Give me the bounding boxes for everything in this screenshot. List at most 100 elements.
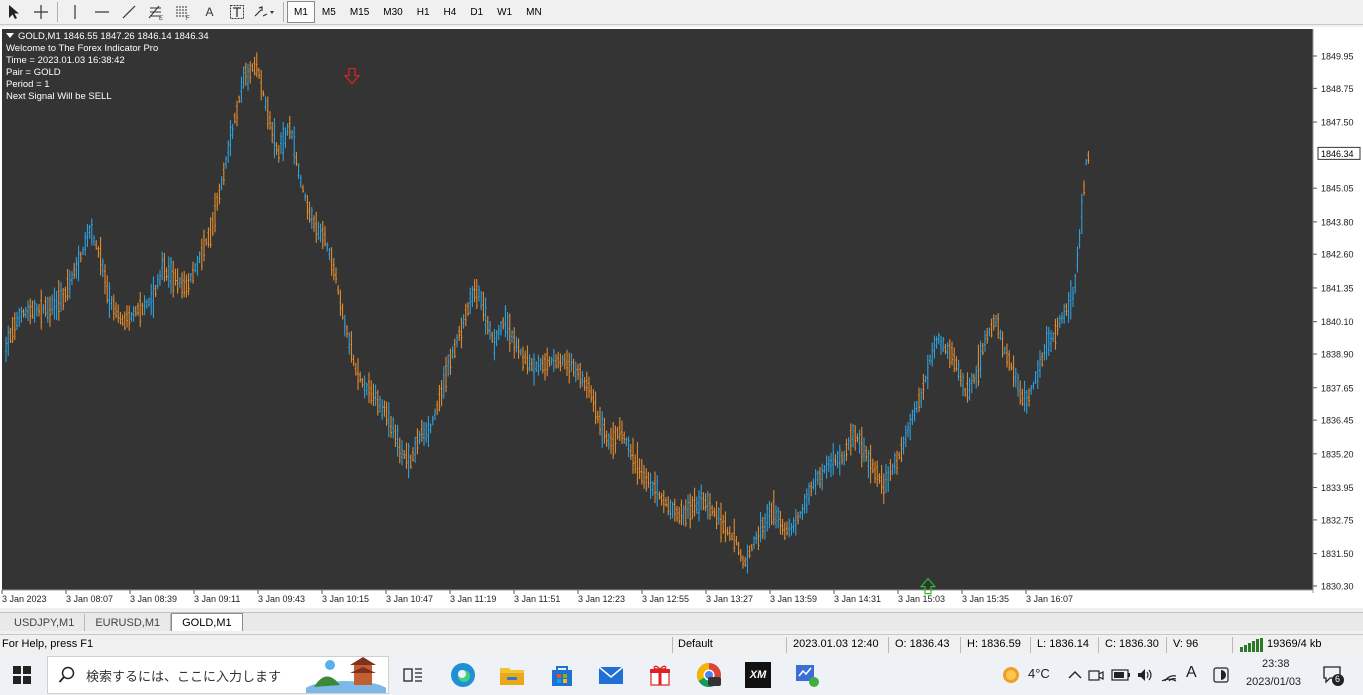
- y-tick-label: 1835.20: [1321, 449, 1354, 459]
- timeframe-d1[interactable]: D1: [463, 1, 490, 23]
- wifi-icon[interactable]: [1158, 660, 1180, 690]
- meet-now-icon[interactable]: [1086, 660, 1106, 690]
- svg-text:F: F: [186, 16, 190, 20]
- x-tick-label: 3 Jan 14:31: [834, 594, 881, 604]
- clock-date[interactable]: 2023/01/03: [1246, 676, 1301, 688]
- timeframe-m1[interactable]: M1: [287, 1, 315, 23]
- help-text: For Help, press F1: [2, 638, 94, 650]
- security-icon[interactable]: [1210, 660, 1232, 690]
- y-tick-label: 1849.95: [1321, 52, 1354, 62]
- x-tick-label: 3 Jan 08:39: [130, 594, 177, 604]
- timeframe-m30[interactable]: M30: [376, 1, 409, 23]
- current-price-label: 1846.34: [1321, 149, 1354, 159]
- horizontal-line-icon[interactable]: [89, 1, 114, 23]
- store-icon[interactable]: [547, 660, 577, 690]
- y-tick-label: 1833.95: [1321, 483, 1354, 493]
- tab-eurusd[interactable]: EURUSD,M1: [85, 614, 172, 631]
- arrows-dropdown-icon[interactable]: [251, 1, 279, 23]
- x-tick-label: 3 Jan 13:27: [706, 594, 753, 604]
- vertical-line-icon[interactable]: [62, 1, 87, 23]
- xm-app-icon[interactable]: XM: [743, 660, 773, 690]
- volume-icon[interactable]: [1134, 660, 1156, 690]
- price-chart[interactable]: 1849.95 1848.75 1847.50 1846.34 1845.05 1843.…: [0, 27, 1363, 608]
- fibonacci-f-icon[interactable]: F: [170, 1, 195, 23]
- label-tool-icon[interactable]: [224, 1, 249, 23]
- y-tick-label: 1842.60: [1321, 250, 1354, 260]
- status-separator: [1232, 637, 1233, 653]
- y-tick-label: 1845.05: [1321, 184, 1354, 194]
- profile-name: Default: [678, 638, 713, 650]
- status-volume: V: 96: [1173, 638, 1199, 650]
- weather-icon[interactable]: [996, 660, 1026, 690]
- timeframe-bar: M1 M5 M15 M30 H1 H4 D1 W1 MN: [287, 1, 549, 23]
- y-tick-label: 1847.50: [1321, 118, 1354, 128]
- trendline-icon[interactable]: [116, 1, 141, 23]
- timeframe-h4[interactable]: H4: [437, 1, 464, 23]
- y-tick-label: 1848.75: [1321, 84, 1354, 94]
- x-tick-label: 3 Jan 10:15: [322, 594, 369, 604]
- crosshair-icon[interactable]: [28, 1, 53, 23]
- file-explorer-icon[interactable]: [497, 660, 527, 690]
- tab-gold[interactable]: GOLD,M1: [171, 613, 243, 631]
- x-tick-label: 3 Jan 11:19: [450, 594, 496, 604]
- notification-center-icon[interactable]: 6: [1318, 660, 1348, 690]
- connection-bars-icon: [1240, 638, 1264, 655]
- toolbar: E F A M1 M5 M15 M30 H1 H4 D1 W1 MN: [0, 0, 1363, 25]
- taskbar-search-box[interactable]: 検索するには、ここに入力します: [47, 656, 389, 694]
- timeframe-w1[interactable]: W1: [490, 1, 519, 23]
- timeframe-m5[interactable]: M5: [315, 1, 343, 23]
- traffic-counter: 19369/4 kb: [1267, 638, 1322, 650]
- status-separator: [1098, 637, 1099, 653]
- x-tick-label: 3 Jan 15:35: [962, 594, 1009, 604]
- y-tick-label: 1841.35: [1321, 283, 1354, 293]
- windows-taskbar: 検索するには、ここに入力します XM 4°C A 23:38 2023/01/0…: [0, 655, 1363, 695]
- y-tick-label: 1840.10: [1321, 317, 1354, 327]
- x-tick-label: 3 Jan 16:07: [1026, 594, 1073, 604]
- x-tick-label: 3 Jan 09:43: [258, 594, 305, 604]
- mt4-icon[interactable]: [792, 660, 822, 690]
- x-tick-label: 3 Jan 2023: [2, 594, 47, 604]
- x-tick-label: 3 Jan 15:03: [898, 594, 945, 604]
- y-tick-label: 1836.45: [1321, 416, 1354, 426]
- clock-time[interactable]: 23:38: [1262, 658, 1290, 670]
- cursor-arrow-icon[interactable]: [1, 1, 26, 23]
- status-high: H: 1836.59: [967, 638, 1021, 650]
- timeframe-h1[interactable]: H1: [410, 1, 437, 23]
- fibonacci-e-icon[interactable]: E: [143, 1, 168, 23]
- ime-indicator[interactable]: A: [1186, 664, 1197, 682]
- y-tick-label: 1832.75: [1321, 515, 1354, 525]
- edge-icon[interactable]: [448, 660, 478, 690]
- info-welcome: Welcome to The Forex Indicator Pro: [6, 43, 159, 54]
- status-separator: [1030, 637, 1031, 653]
- tab-usdjpy[interactable]: USDJPY,M1: [4, 614, 86, 631]
- chart-tabs: USDJPY,M1 EURUSD,M1 GOLD,M1: [0, 612, 1363, 631]
- text-tool-icon[interactable]: A: [197, 1, 222, 23]
- chrome-icon[interactable]: [694, 660, 724, 690]
- info-time: Time = 2023.01.03 16:38:42: [6, 55, 125, 66]
- toolbar-separator: [57, 2, 58, 22]
- status-low: L: 1836.14: [1037, 638, 1089, 650]
- collapse-triangle-icon[interactable]: [6, 33, 14, 38]
- status-open: O: 1836.43: [895, 638, 950, 650]
- text-tool-label: A: [205, 5, 214, 19]
- timeframe-mn[interactable]: MN: [519, 1, 549, 23]
- info-period: Period = 1: [6, 79, 50, 90]
- svg-text:E: E: [159, 16, 163, 20]
- battery-icon[interactable]: [1110, 660, 1132, 690]
- x-tick-label: 3 Jan 09:11: [194, 594, 240, 604]
- chart-header: GOLD,M1 1846.55 1847.26 1846.14 1846.34: [6, 31, 209, 42]
- search-icon: [58, 666, 75, 683]
- mail-icon[interactable]: [596, 660, 626, 690]
- x-tick-label: 3 Jan 12:23: [578, 594, 625, 604]
- temperature-text[interactable]: 4°C: [1028, 666, 1050, 681]
- status-separator: [888, 637, 889, 653]
- chart-window[interactable]: 1849.95 1848.75 1847.50 1846.34 1845.05 1843.…: [0, 27, 1363, 608]
- windows-start-icon[interactable]: [7, 660, 37, 690]
- x-tick-label: 3 Jan 12:55: [642, 594, 689, 604]
- timeframe-m15[interactable]: M15: [343, 1, 376, 23]
- x-tick-label: 3 Jan 10:47: [386, 594, 433, 604]
- task-view-icon[interactable]: [398, 660, 428, 690]
- y-tick-label: 1843.80: [1321, 217, 1354, 227]
- gift-app-icon[interactable]: [645, 660, 675, 690]
- xm-app-label: XM: [749, 669, 767, 681]
